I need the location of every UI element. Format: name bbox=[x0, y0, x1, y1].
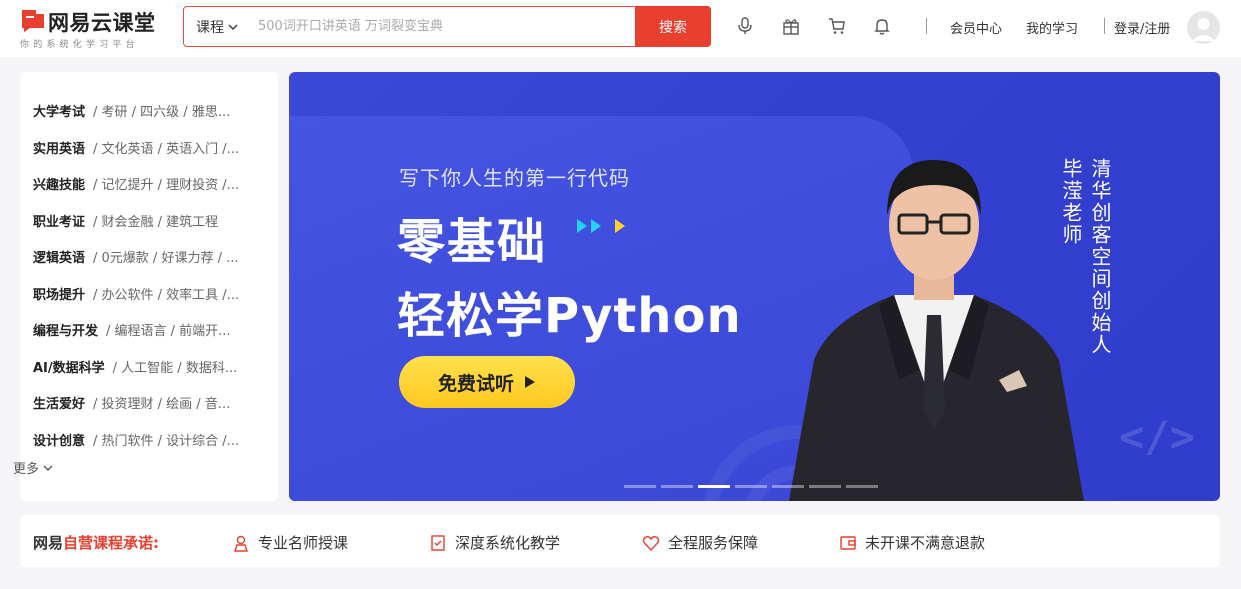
category-item[interactable]: 设计创意 / 热门软件 / 设计综合 /... bbox=[33, 428, 273, 450]
search-category-label: 课程 bbox=[196, 20, 224, 36]
category-subs: / 财会金融 / 建筑工程 bbox=[93, 214, 219, 230]
carousel-dot-active[interactable] bbox=[698, 485, 730, 488]
category-item[interactable]: 职场提升 / 办公软件 / 效率工具 /... bbox=[33, 282, 273, 304]
category-name: 实用英语 bbox=[33, 141, 86, 157]
wallet-icon bbox=[840, 535, 856, 550]
promise-title-highlight: 自营课程承诺: bbox=[63, 534, 160, 552]
teacher-name: 毕滢老师 bbox=[1059, 158, 1083, 246]
promise-title-prefix: 网易 bbox=[33, 534, 64, 552]
banner-title-line2: 轻松学Python bbox=[397, 288, 742, 344]
search-button[interactable]: 搜索 bbox=[635, 6, 711, 47]
carousel-dot[interactable] bbox=[624, 485, 656, 488]
login-register-link[interactable]: 登录/注册 bbox=[1114, 18, 1170, 37]
category-item[interactable]: 职业考证 / 财会金融 / 建筑工程 bbox=[33, 209, 273, 231]
category-subs: / 编程语言 / 前端开... bbox=[106, 323, 231, 339]
category-item[interactable]: 生活爱好 / 投资理财 / 绘画 / 音... bbox=[33, 391, 273, 413]
category-item[interactable]: 逻辑英语 / 0元爆款 / 好课力荐 / ... bbox=[33, 245, 273, 267]
code-deco-text: </> bbox=[1119, 412, 1195, 461]
category-subs: / 0元爆款 / 好课力荐 / ... bbox=[93, 250, 239, 266]
search-input[interactable] bbox=[258, 15, 628, 37]
category-name: 生活爱好 bbox=[33, 396, 86, 412]
play-arrows-icon bbox=[577, 219, 625, 233]
category-item[interactable]: 大学考试 / 考研 / 四六级 / 雅思... bbox=[33, 99, 273, 121]
teacher-photo bbox=[789, 160, 1084, 501]
category-subs: / 人工智能 / 数据科... bbox=[112, 360, 238, 376]
carousel-dot[interactable] bbox=[772, 485, 804, 488]
promise-label: 未开课不满意退款 bbox=[865, 534, 986, 552]
category-item[interactable]: 兴趣技能 / 记忆提升 / 理财投资 /... bbox=[33, 172, 273, 194]
teacher-icon bbox=[234, 535, 248, 552]
category-name: 逻辑英语 bbox=[33, 250, 86, 266]
user-avatar-icon bbox=[1192, 18, 1215, 41]
top-header: 网易云课堂 你的系统化学习平台 课程 搜索 会员中心 我的学习 登录/注册 bbox=[0, 0, 1241, 57]
promise-label: 深度系统化教学 bbox=[455, 534, 561, 552]
teacher-title: 清华创客空间创始人 bbox=[1088, 158, 1112, 356]
my-learning-link[interactable]: 我的学习 bbox=[1026, 18, 1078, 37]
free-trial-button[interactable]: 免费试听 bbox=[399, 356, 575, 408]
category-name: 职业考证 bbox=[33, 214, 86, 230]
category-subs: / 记忆提升 / 理财投资 /... bbox=[93, 177, 240, 193]
banner-title-line1: 零基础 bbox=[397, 214, 548, 270]
category-name: 编程与开发 bbox=[33, 323, 99, 339]
header-divider bbox=[1104, 18, 1105, 34]
promise-item: 未开课不满意退款 bbox=[839, 532, 985, 553]
bell-icon[interactable] bbox=[872, 16, 892, 36]
more-categories-button[interactable]: 更多 bbox=[13, 458, 53, 477]
logo-title: 网易云课堂 bbox=[48, 11, 156, 35]
chevron-down-icon bbox=[228, 24, 238, 30]
promise-label: 全程服务保障 bbox=[668, 534, 759, 552]
category-subs: / 考研 / 四六级 / 雅思... bbox=[93, 104, 231, 120]
more-label: 更多 bbox=[13, 462, 40, 477]
microphone-icon[interactable] bbox=[735, 16, 755, 36]
promise-label: 专业名师授课 bbox=[258, 534, 349, 552]
heart-icon bbox=[642, 535, 660, 551]
vip-center-link[interactable]: 会员中心 bbox=[950, 18, 1002, 37]
category-item[interactable]: AI/数据科学 / 人工智能 / 数据科... bbox=[33, 355, 273, 377]
avatar[interactable] bbox=[1187, 11, 1220, 44]
category-item[interactable]: 编程与开发 / 编程语言 / 前端开... bbox=[33, 318, 273, 340]
category-subs: / 办公软件 / 效率工具 /... bbox=[93, 287, 240, 303]
category-subs: / 投资理财 / 绘画 / 音... bbox=[93, 396, 231, 412]
carousel-dot[interactable] bbox=[846, 485, 878, 488]
category-subs: / 热门软件 / 设计综合 /... bbox=[93, 433, 240, 449]
course-promise-bar: 网易自营课程承诺: 专业名师授课 深度系统化教学 全程服务保障 未开课不满意退款 bbox=[20, 515, 1220, 567]
promise-item: 全程服务保障 bbox=[642, 532, 758, 553]
category-name: 设计创意 bbox=[33, 433, 86, 449]
logo[interactable]: 网易云课堂 你的系统化学习平台 bbox=[20, 5, 170, 51]
carousel-dot[interactable] bbox=[809, 485, 841, 488]
hero-banner[interactable]: 写下你人生的第一行代码 零基础 轻松学Python 免费试听 毕滢老师 清华创客… bbox=[289, 72, 1220, 501]
play-icon bbox=[525, 376, 535, 388]
category-item[interactable]: 实用英语 / 文化英语 / 英语入门 /... bbox=[33, 136, 273, 158]
carousel-dot[interactable] bbox=[661, 485, 693, 488]
category-name: AI/数据科学 bbox=[33, 360, 105, 376]
logo-icon bbox=[22, 10, 44, 32]
logo-subtitle: 你的系统化学习平台 bbox=[20, 40, 139, 50]
gift-icon[interactable] bbox=[781, 16, 801, 36]
category-name: 职场提升 bbox=[33, 287, 86, 303]
carousel-dot[interactable] bbox=[735, 485, 767, 488]
category-subs: / 文化英语 / 英语入门 /... bbox=[93, 141, 240, 157]
banner-tagline: 写下你人生的第一行代码 bbox=[399, 166, 630, 190]
category-name: 兴趣技能 bbox=[33, 177, 86, 193]
promise-title: 网易自营课程承诺: bbox=[33, 532, 159, 553]
search-box: 课程 搜索 bbox=[183, 6, 711, 47]
cart-icon[interactable] bbox=[827, 16, 847, 36]
header-divider bbox=[926, 18, 927, 34]
promise-item: 深度系统化教学 bbox=[429, 532, 560, 553]
carousel-indicators bbox=[624, 485, 878, 488]
promise-item: 专业名师授课 bbox=[232, 532, 348, 553]
book-check-icon bbox=[431, 534, 445, 551]
category-sidebar: 大学考试 / 考研 / 四六级 / 雅思... 实用英语 / 文化英语 / 英语入门… bbox=[20, 72, 278, 501]
category-name: 大学考试 bbox=[33, 104, 86, 120]
search-category-select[interactable]: 课程 bbox=[196, 17, 238, 37]
free-trial-label: 免费试听 bbox=[437, 372, 514, 395]
chevron-down-icon bbox=[43, 465, 53, 471]
